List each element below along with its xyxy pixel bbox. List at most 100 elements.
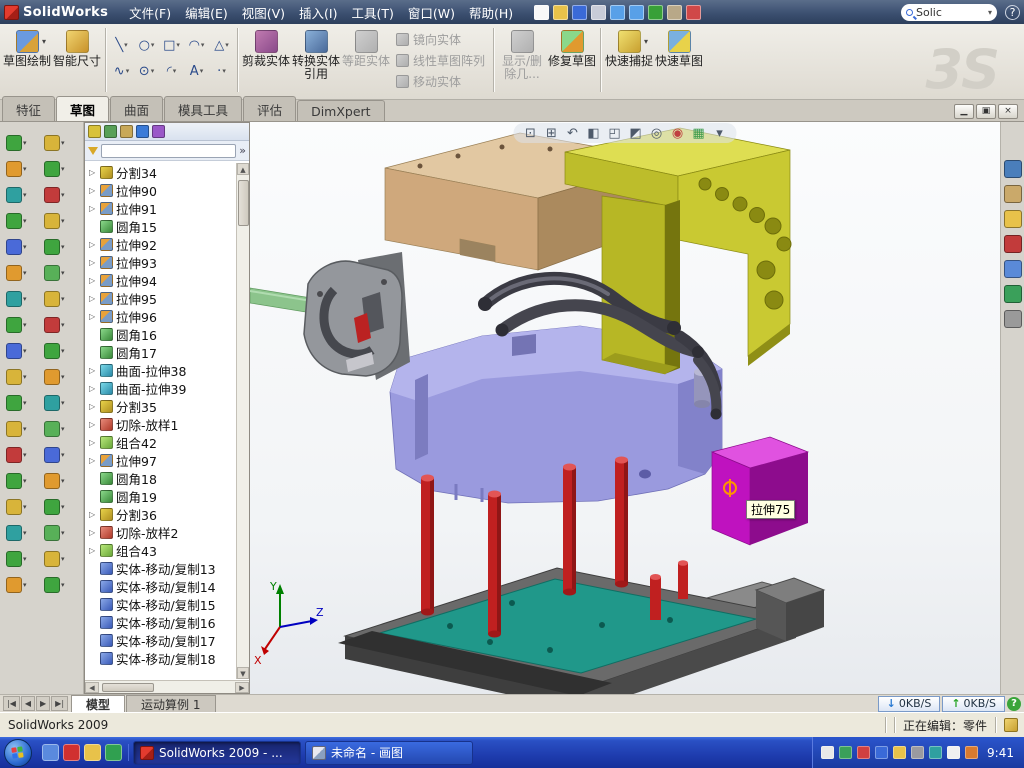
scrollbar-thumb[interactable]	[102, 683, 154, 692]
dropdown-arrow-icon[interactable]: ▾	[23, 425, 27, 433]
feature-tree-item[interactable]: ▷ 圆角17	[85, 343, 249, 361]
feature-tree-item[interactable]: ▷ 实体-移动/复制14	[85, 577, 249, 595]
quick-launch-icon[interactable]	[42, 744, 59, 761]
dropdown-arrow-icon[interactable]: ▾	[23, 581, 27, 589]
side-tool-button[interactable]: ▾	[6, 364, 44, 390]
expand-icon[interactable]: ▷	[89, 510, 97, 519]
side-tool-button[interactable]: ▾	[6, 520, 44, 546]
menu-insert[interactable]: 插入(I)	[292, 0, 344, 25]
side-tool-button[interactable]: ▾	[6, 234, 44, 260]
feature-tree-item[interactable]: ▷ 拉伸96	[85, 307, 249, 325]
quick-launch-icon[interactable]	[84, 744, 101, 761]
feature-tree-item[interactable]: ▷ 实体-移动/复制17	[85, 631, 249, 649]
dimxpertmanager-tab-icon[interactable]	[136, 125, 149, 138]
rebuild-icon[interactable]	[648, 5, 663, 20]
tab-dimxpert[interactable]: DimXpert	[297, 100, 385, 121]
minimize-icon[interactable]: ▁	[954, 104, 974, 119]
part-side-block[interactable]	[712, 437, 808, 545]
side-tool-button[interactable]: ▾	[44, 442, 82, 468]
side-tool-button[interactable]: ▾	[44, 130, 82, 156]
view-settings-icon[interactable]: ▾	[711, 124, 729, 142]
search-input[interactable]: Solic	[916, 6, 985, 19]
dropdown-arrow-icon[interactable]: ▾	[23, 165, 27, 173]
dropdown-arrow-icon[interactable]: ▾	[61, 555, 65, 563]
polygon-icon[interactable]: △▾	[209, 32, 234, 58]
feature-tree-item[interactable]: ▷ 切除-放样1	[85, 415, 249, 433]
expand-icon[interactable]: ▷	[89, 312, 97, 321]
tray-icon[interactable]	[875, 746, 888, 759]
expand-icon[interactable]: ▷	[89, 366, 97, 375]
side-tool-button[interactable]: ▾	[44, 546, 82, 572]
tray-icon[interactable]	[893, 746, 906, 759]
dropdown-arrow-icon[interactable]: ▾	[61, 503, 65, 511]
zoom-fit-icon[interactable]: ⊡	[522, 124, 540, 142]
menu-file[interactable]: 文件(F)	[122, 0, 178, 25]
help-icon[interactable]: ?	[1005, 5, 1020, 20]
search-dropdown-icon[interactable]: ▾	[988, 8, 992, 17]
arc-icon[interactable]: ◠▾	[184, 32, 209, 58]
circle-icon[interactable]: ○▾	[134, 32, 159, 58]
feature-tree-item[interactable]: ▷ 组合43	[85, 541, 249, 559]
tab-sketch[interactable]: 草图	[56, 96, 109, 121]
dropdown-arrow-icon[interactable]: ▾	[61, 321, 65, 329]
expand-icon[interactable]: ▷	[89, 186, 97, 195]
repair-sketch-button[interactable]: 修复草图	[547, 26, 597, 96]
convert-entities-button[interactable]: 转换实体引用	[291, 26, 341, 96]
side-tool-button[interactable]: ▾	[44, 312, 82, 338]
dropdown-arrow-icon[interactable]: ▾	[61, 347, 65, 355]
expand-icon[interactable]: ▷	[89, 240, 97, 249]
close-icon[interactable]: ×	[998, 104, 1018, 119]
rapid-sketch-button[interactable]: 快速草图	[654, 26, 704, 96]
side-tool-button[interactable]: ▾	[44, 338, 82, 364]
smart-dimension-button[interactable]: 智能尺寸	[52, 26, 102, 96]
dropdown-arrow-icon[interactable]: ▾	[23, 295, 27, 303]
displaymanager-tab-icon[interactable]	[152, 125, 165, 138]
expand-icon[interactable]: ▷	[89, 528, 97, 537]
feature-tree-item[interactable]: ▷ 拉伸97	[85, 451, 249, 469]
open-icon[interactable]	[553, 5, 568, 20]
side-tool-button[interactable]: ▾	[6, 208, 44, 234]
feature-tree-item[interactable]: ▷ 拉伸91	[85, 199, 249, 217]
start-button[interactable]	[4, 739, 32, 767]
expand-icon[interactable]: ▷	[89, 546, 97, 555]
quick-launch-icon[interactable]	[105, 744, 122, 761]
tray-icon[interactable]	[947, 746, 960, 759]
tree-horizontal-scrollbar[interactable]: ◀ ▶	[85, 680, 249, 693]
dropdown-arrow-icon[interactable]: ▾	[23, 347, 27, 355]
save-icon[interactable]	[572, 5, 587, 20]
dropdown-arrow-icon[interactable]: ▾	[61, 269, 65, 277]
expand-icon[interactable]: ▷	[89, 420, 97, 429]
dropdown-arrow-icon[interactable]: ▾	[61, 477, 65, 485]
quick-snaps-button[interactable]: ▾ 快速捕捉	[604, 26, 654, 96]
expand-icon[interactable]: ▷	[89, 258, 97, 267]
feature-tree-item[interactable]: ▷ 曲面-拉伸39	[85, 379, 249, 397]
offset-entities-button[interactable]: 等距实体	[341, 26, 391, 96]
apply-scene-icon[interactable]: ▦	[690, 124, 708, 142]
expand-icon[interactable]: ▷	[89, 294, 97, 303]
dropdown-arrow-icon[interactable]: ▾	[61, 529, 65, 537]
solidworks-resources-icon[interactable]	[1004, 160, 1022, 178]
tab-mold-tools[interactable]: 模具工具	[164, 96, 242, 121]
feature-tree-item[interactable]: ▷ 圆角15	[85, 217, 249, 235]
custom-properties-icon[interactable]	[1004, 310, 1022, 328]
dropdown-arrow-icon[interactable]: ▾	[61, 451, 65, 459]
taskbar-task-button[interactable]: 未命名 - 画图	[305, 741, 473, 765]
taskbar-clock[interactable]: 9:41	[987, 746, 1014, 760]
scroll-up-icon[interactable]: ▲	[237, 163, 249, 175]
menu-window[interactable]: 窗口(W)	[401, 0, 462, 25]
feature-tree-item[interactable]: ▷ 实体-移动/复制15	[85, 595, 249, 613]
side-tool-button[interactable]: ▾	[44, 390, 82, 416]
scroll-down-icon[interactable]: ▼	[237, 667, 249, 679]
restore-icon[interactable]: ▣	[976, 104, 996, 119]
dropdown-arrow-icon[interactable]: ▾	[61, 217, 65, 225]
mirror-entities-button[interactable]: 镜向实体	[391, 29, 490, 50]
feature-tree-filter-input[interactable]	[101, 144, 236, 158]
feature-tree-item[interactable]: ▷ 圆角18	[85, 469, 249, 487]
side-tool-button[interactable]: ▾	[44, 156, 82, 182]
tray-icon[interactable]	[965, 746, 978, 759]
filter-funnel-icon[interactable]	[88, 147, 98, 155]
menu-view[interactable]: 视图(V)	[235, 0, 292, 25]
taskbar-task-button[interactable]: SolidWorks 2009 - ...	[133, 741, 301, 765]
view-palette-icon[interactable]	[1004, 260, 1022, 278]
tray-icon[interactable]	[839, 746, 852, 759]
